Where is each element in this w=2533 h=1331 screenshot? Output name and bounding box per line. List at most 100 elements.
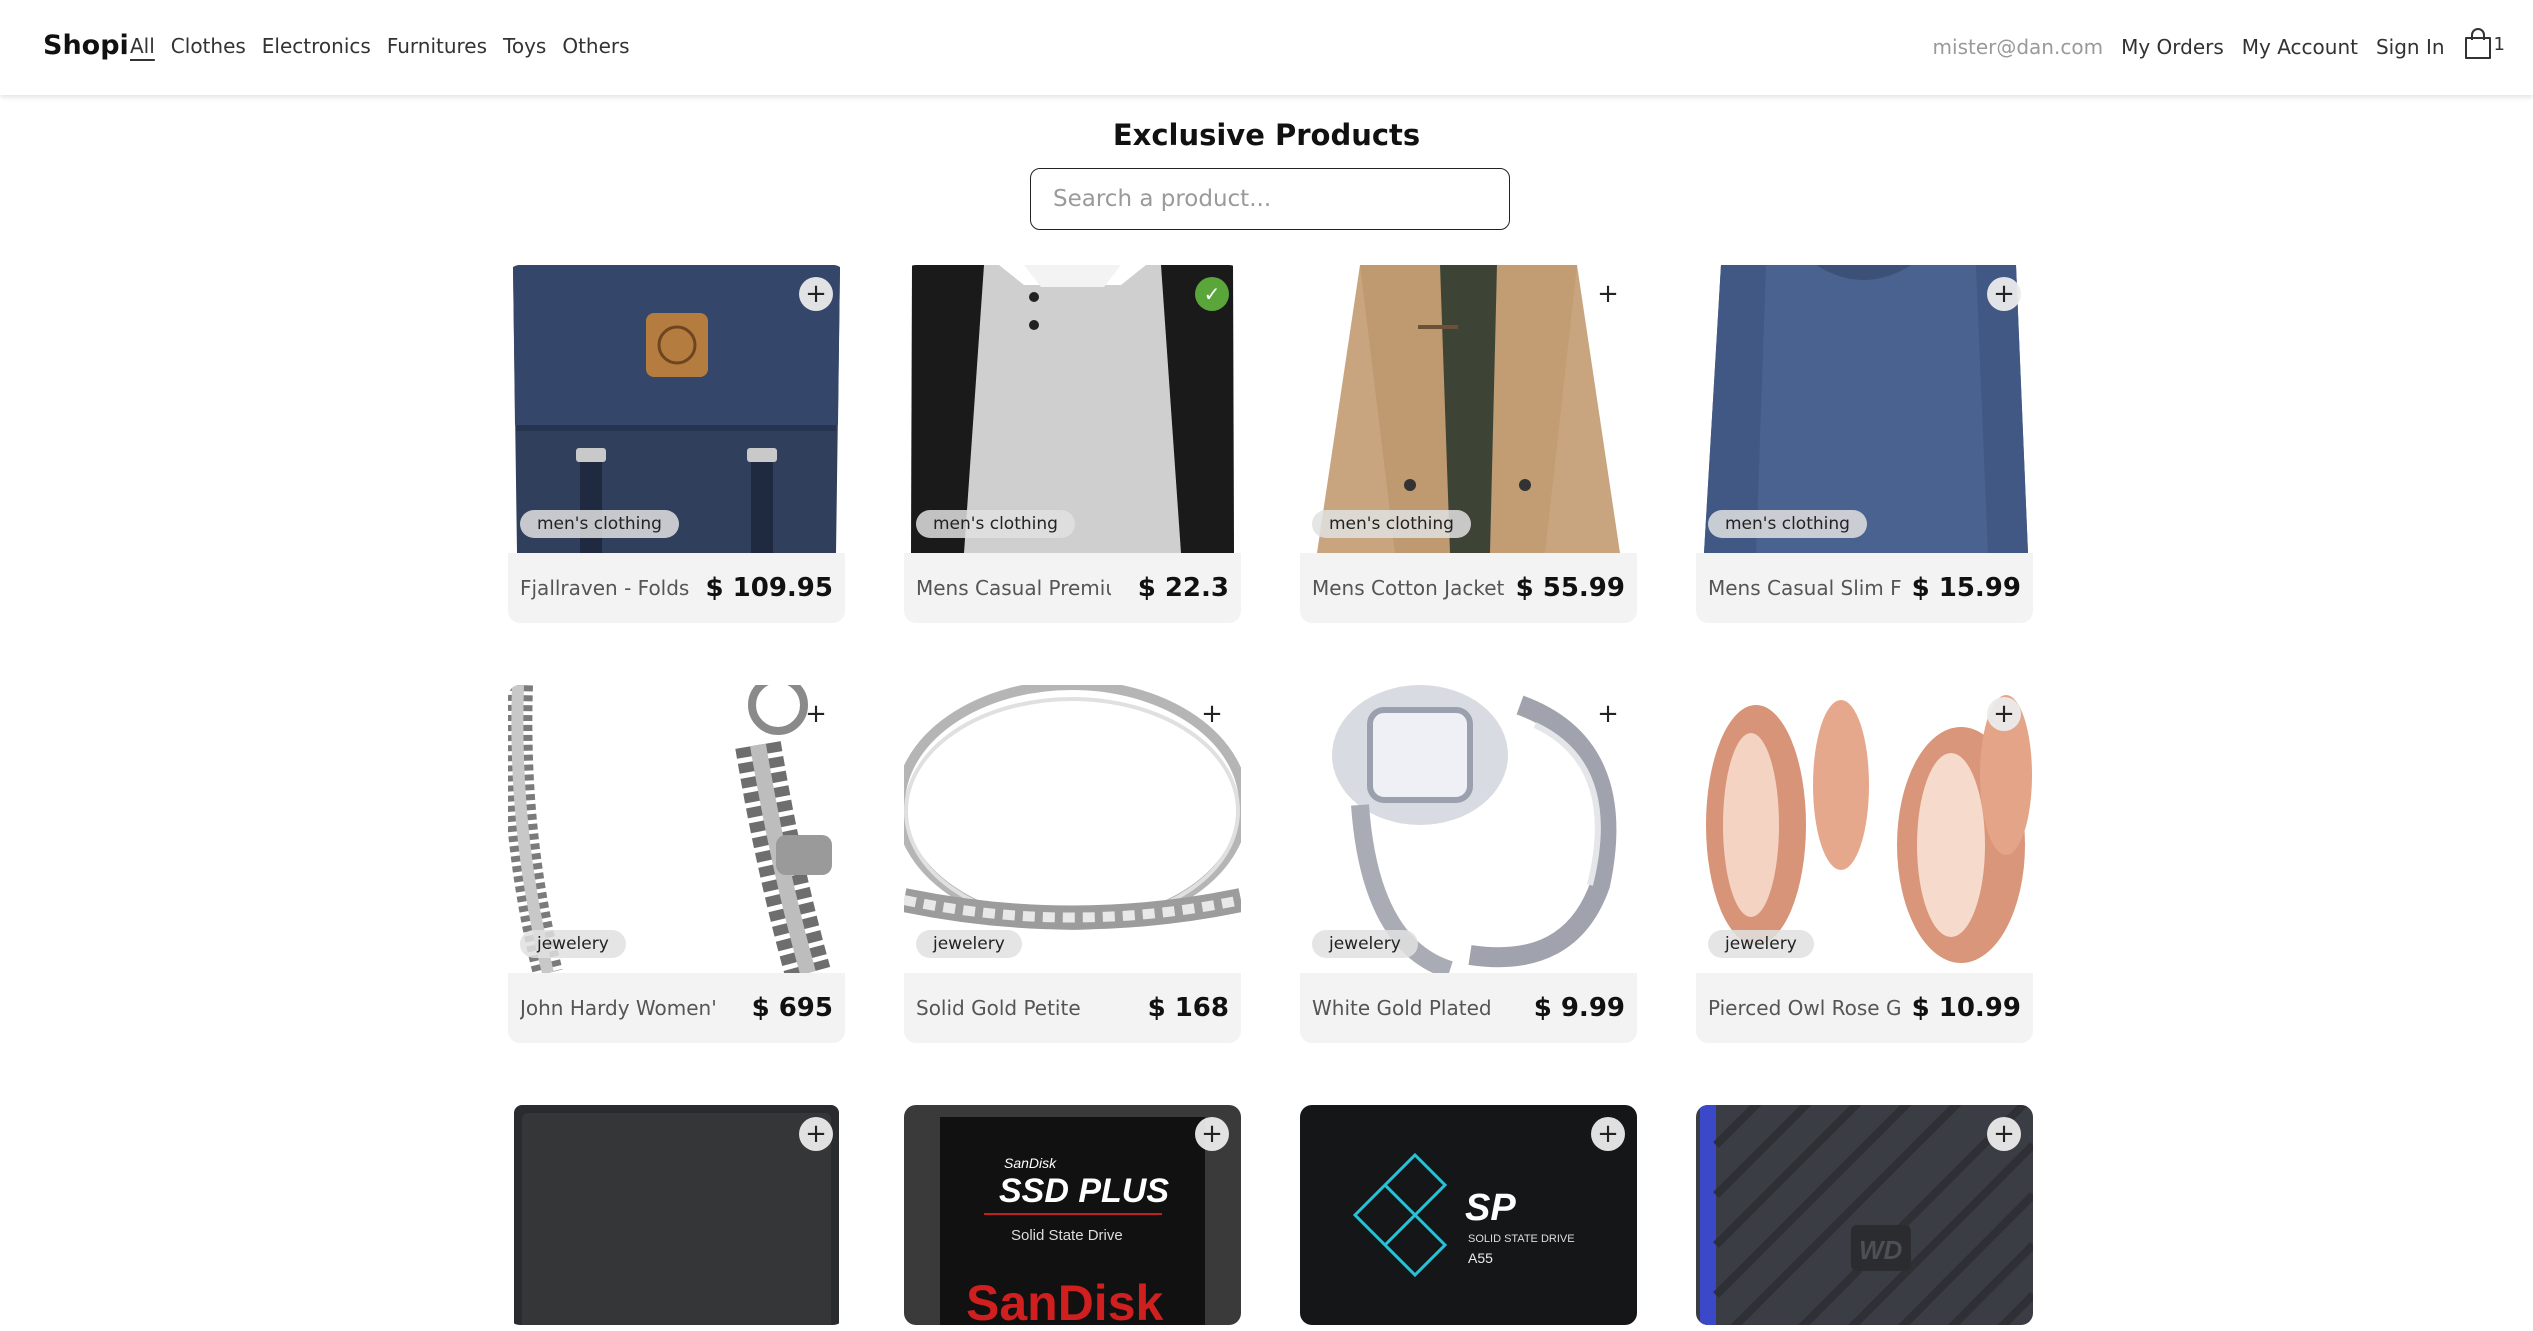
product-card[interactable]: SanDisk SSD PLUS Solid State Drive SanDi… [904, 1105, 1241, 1325]
search-input[interactable] [1030, 168, 1510, 230]
plus-icon: + [805, 699, 827, 729]
plus-icon: + [1597, 1119, 1619, 1149]
plus-icon: + [1993, 699, 2015, 729]
plus-icon: + [1993, 1119, 2015, 1149]
card-footer: John Hardy Women's $ 695 [508, 973, 845, 1043]
category-badge: jewelery [1708, 930, 1814, 958]
product-card[interactable]: men's clothing + Mens Casual Slim F $ 15… [1696, 265, 2033, 623]
add-to-cart-button[interactable]: + [1591, 277, 1625, 311]
my-orders-link[interactable]: My Orders [2121, 35, 2224, 59]
my-account-link[interactable]: My Account [2242, 35, 2358, 59]
product-card[interactable]: jewelery + John Hardy Women's $ 695 [508, 685, 845, 1043]
product-card[interactable]: jewelery + Pierced Owl Rose G $ 10.99 [1696, 685, 2033, 1043]
cart-button[interactable]: 1 [2463, 28, 2505, 60]
product-card[interactable]: jewelery + Solid Gold Petite $ 168 [904, 685, 1241, 1043]
card-footer: White Gold Plated $ 9.99 [1300, 973, 1637, 1043]
cart-count: 1 [2493, 34, 2505, 55]
category-badge: men's clothing [520, 510, 679, 538]
product-title: Pierced Owl Rose G [1708, 996, 1902, 1020]
product-price: $ 15.99 [1911, 573, 2021, 603]
card-footer: Mens Cotton Jacket $ 55.99 [1300, 553, 1637, 623]
model-text: A55 [1468, 1250, 1493, 1266]
plus-icon: + [1201, 699, 1223, 729]
add-to-cart-button[interactable]: + [1195, 697, 1229, 731]
product-title: Solid Gold Petite [916, 996, 1081, 1020]
card-footer: Mens Casual Slim F $ 15.99 [1696, 553, 2033, 623]
solid-state-drive-text: Solid State Drive [1011, 1227, 1123, 1244]
check-icon: ✓ [1203, 282, 1221, 306]
category-nav: All Clothes Electronics Furnitures Toys … [130, 34, 646, 58]
product-title: Mens Casual Slim F [1708, 576, 1902, 600]
product-card[interactable]: men's clothing + Mens Cotton Jacket $ 55… [1300, 265, 1637, 623]
category-badge: jewelery [520, 930, 626, 958]
card-footer: Solid Gold Petite $ 168 [904, 973, 1241, 1043]
solid-state-drive-text: SOLID STATE DRIVE [1468, 1233, 1575, 1245]
product-title: John Hardy Women's [520, 996, 715, 1020]
sign-in-link[interactable]: Sign In [2376, 35, 2445, 59]
sp-logo: SP [1465, 1187, 1516, 1229]
product-title: Mens Cotton Jacket [1312, 576, 1505, 600]
sandisk-ssd-image: SanDisk SSD PLUS Solid State Drive SanDi… [904, 1105, 1241, 1325]
add-to-cart-button[interactable]: + [799, 1117, 833, 1151]
product-price: $ 109.95 [705, 573, 833, 603]
product-title: Mens Casual Premiu [916, 576, 1111, 600]
external-drive-image [508, 1105, 845, 1325]
add-to-cart-button[interactable]: + [1591, 1117, 1625, 1151]
add-to-cart-button[interactable]: + [1195, 1117, 1229, 1151]
category-badge: men's clothing [1708, 510, 1867, 538]
product-card[interactable]: men's clothing ✓ Mens Casual Premiu $ 22… [904, 265, 1241, 623]
brand-logo[interactable]: Shopi [43, 30, 129, 61]
navbar: Shopi All Clothes Electronics Furnitures… [0, 0, 2533, 95]
add-to-cart-button[interactable]: + [1987, 1117, 2021, 1151]
product-title: Fjallraven - Folds [520, 576, 690, 600]
category-badge: jewelery [1312, 930, 1418, 958]
add-to-cart-button[interactable]: + [1591, 697, 1625, 731]
nav-furnitures[interactable]: Furnitures [387, 34, 487, 58]
product-title: White Gold Plated [1312, 996, 1492, 1020]
product-price: $ 695 [751, 993, 833, 1023]
plus-icon: + [1201, 1119, 1223, 1149]
product-card[interactable]: jewelery + White Gold Plated $ 9.99 [1300, 685, 1637, 1043]
account-nav: mister@dan.com My Orders My Account Sign… [1932, 28, 2505, 60]
product-price: $ 10.99 [1911, 993, 2021, 1023]
product-card[interactable]: SP SOLID STATE DRIVE A55 + [1300, 1105, 1637, 1325]
plus-icon: + [1993, 279, 2015, 309]
wd-drive-image: WD [1696, 1105, 2033, 1325]
category-badge: men's clothing [1312, 510, 1471, 538]
plus-icon: + [805, 1119, 827, 1149]
add-to-cart-button[interactable]: + [799, 697, 833, 731]
nav-electronics[interactable]: Electronics [262, 34, 371, 58]
product-card[interactable]: WD + [1696, 1105, 2033, 1325]
shopping-bag-icon [2464, 28, 2491, 59]
nav-others[interactable]: Others [562, 34, 629, 58]
card-footer: Fjallraven - Folds $ 109.95 [508, 553, 845, 623]
category-badge: men's clothing [916, 510, 1075, 538]
product-price: $ 168 [1147, 993, 1229, 1023]
product-price: $ 55.99 [1515, 573, 1625, 603]
sp-ssd-image: SP SOLID STATE DRIVE A55 [1300, 1105, 1637, 1325]
add-to-cart-button[interactable]: + [1987, 277, 2021, 311]
page-title: Exclusive Products [1112, 118, 1421, 152]
product-price: $ 9.99 [1533, 993, 1625, 1023]
add-to-cart-button[interactable]: + [1987, 697, 2021, 731]
nav-toys[interactable]: Toys [503, 34, 546, 58]
ssd-plus-text: SSD PLUS [999, 1172, 1169, 1210]
plus-icon: + [1597, 279, 1619, 309]
product-card[interactable]: + [508, 1105, 845, 1325]
product-price: $ 22.3 [1137, 573, 1229, 603]
card-footer: Pierced Owl Rose G $ 10.99 [1696, 973, 2033, 1043]
sandisk-small-logo: SanDisk [1004, 1155, 1057, 1171]
sandisk-big-logo: SanDisk [966, 1275, 1164, 1325]
add-to-cart-button[interactable]: + [799, 277, 833, 311]
plus-icon: + [805, 279, 827, 309]
wd-logo: WD [1859, 1235, 1903, 1265]
card-footer: Mens Casual Premiu $ 22.3 [904, 553, 1241, 623]
added-to-cart-button[interactable]: ✓ [1195, 277, 1229, 311]
category-badge: jewelery [916, 930, 1022, 958]
nav-all[interactable]: All [130, 34, 155, 58]
product-card[interactable]: men's clothing + Fjallraven - Folds $ 10… [508, 265, 845, 623]
plus-icon: + [1597, 699, 1619, 729]
nav-clothes[interactable]: Clothes [171, 34, 246, 58]
user-email: mister@dan.com [1932, 35, 2104, 59]
product-grid: men's clothing + Fjallraven - Folds $ 10… [508, 265, 2033, 1325]
